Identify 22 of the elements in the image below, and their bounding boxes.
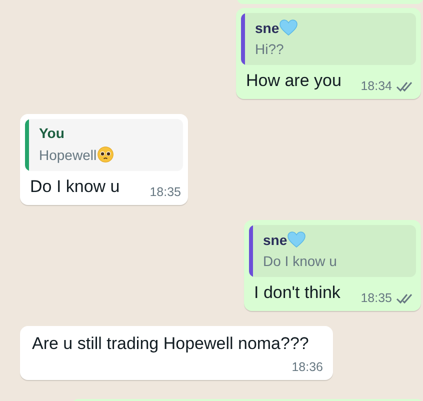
heart-icon	[287, 231, 306, 248]
quote-text: Hopewell	[39, 146, 97, 162]
message-time: 18:34	[360, 79, 392, 93]
double-check-icon	[396, 80, 414, 92]
message-text: How are you	[246, 71, 342, 92]
message-text: Are u still trading Hopewell noma???	[32, 334, 309, 355]
quote-author: sne	[263, 232, 288, 248]
message-text: Do I know u	[30, 177, 120, 198]
quote-author: sne	[255, 20, 280, 36]
message-time: 18:35	[360, 291, 392, 305]
quote-text: Hi??	[255, 41, 284, 57]
quoted-message[interactable]: sne Hi??	[241, 13, 416, 65]
message-time: 18:36	[292, 360, 323, 374]
heart-icon	[279, 19, 298, 36]
quoted-message[interactable]: sne Do I know u	[249, 225, 416, 277]
quote-text: Do I know u	[263, 253, 337, 269]
message-text: I don't think	[254, 283, 340, 304]
quote-author: You	[39, 125, 64, 141]
message-time: 18:35	[150, 185, 181, 199]
quoted-message[interactable]: You Hopewell	[25, 119, 183, 171]
pleading-face-icon	[96, 146, 114, 163]
double-check-icon	[396, 292, 414, 304]
